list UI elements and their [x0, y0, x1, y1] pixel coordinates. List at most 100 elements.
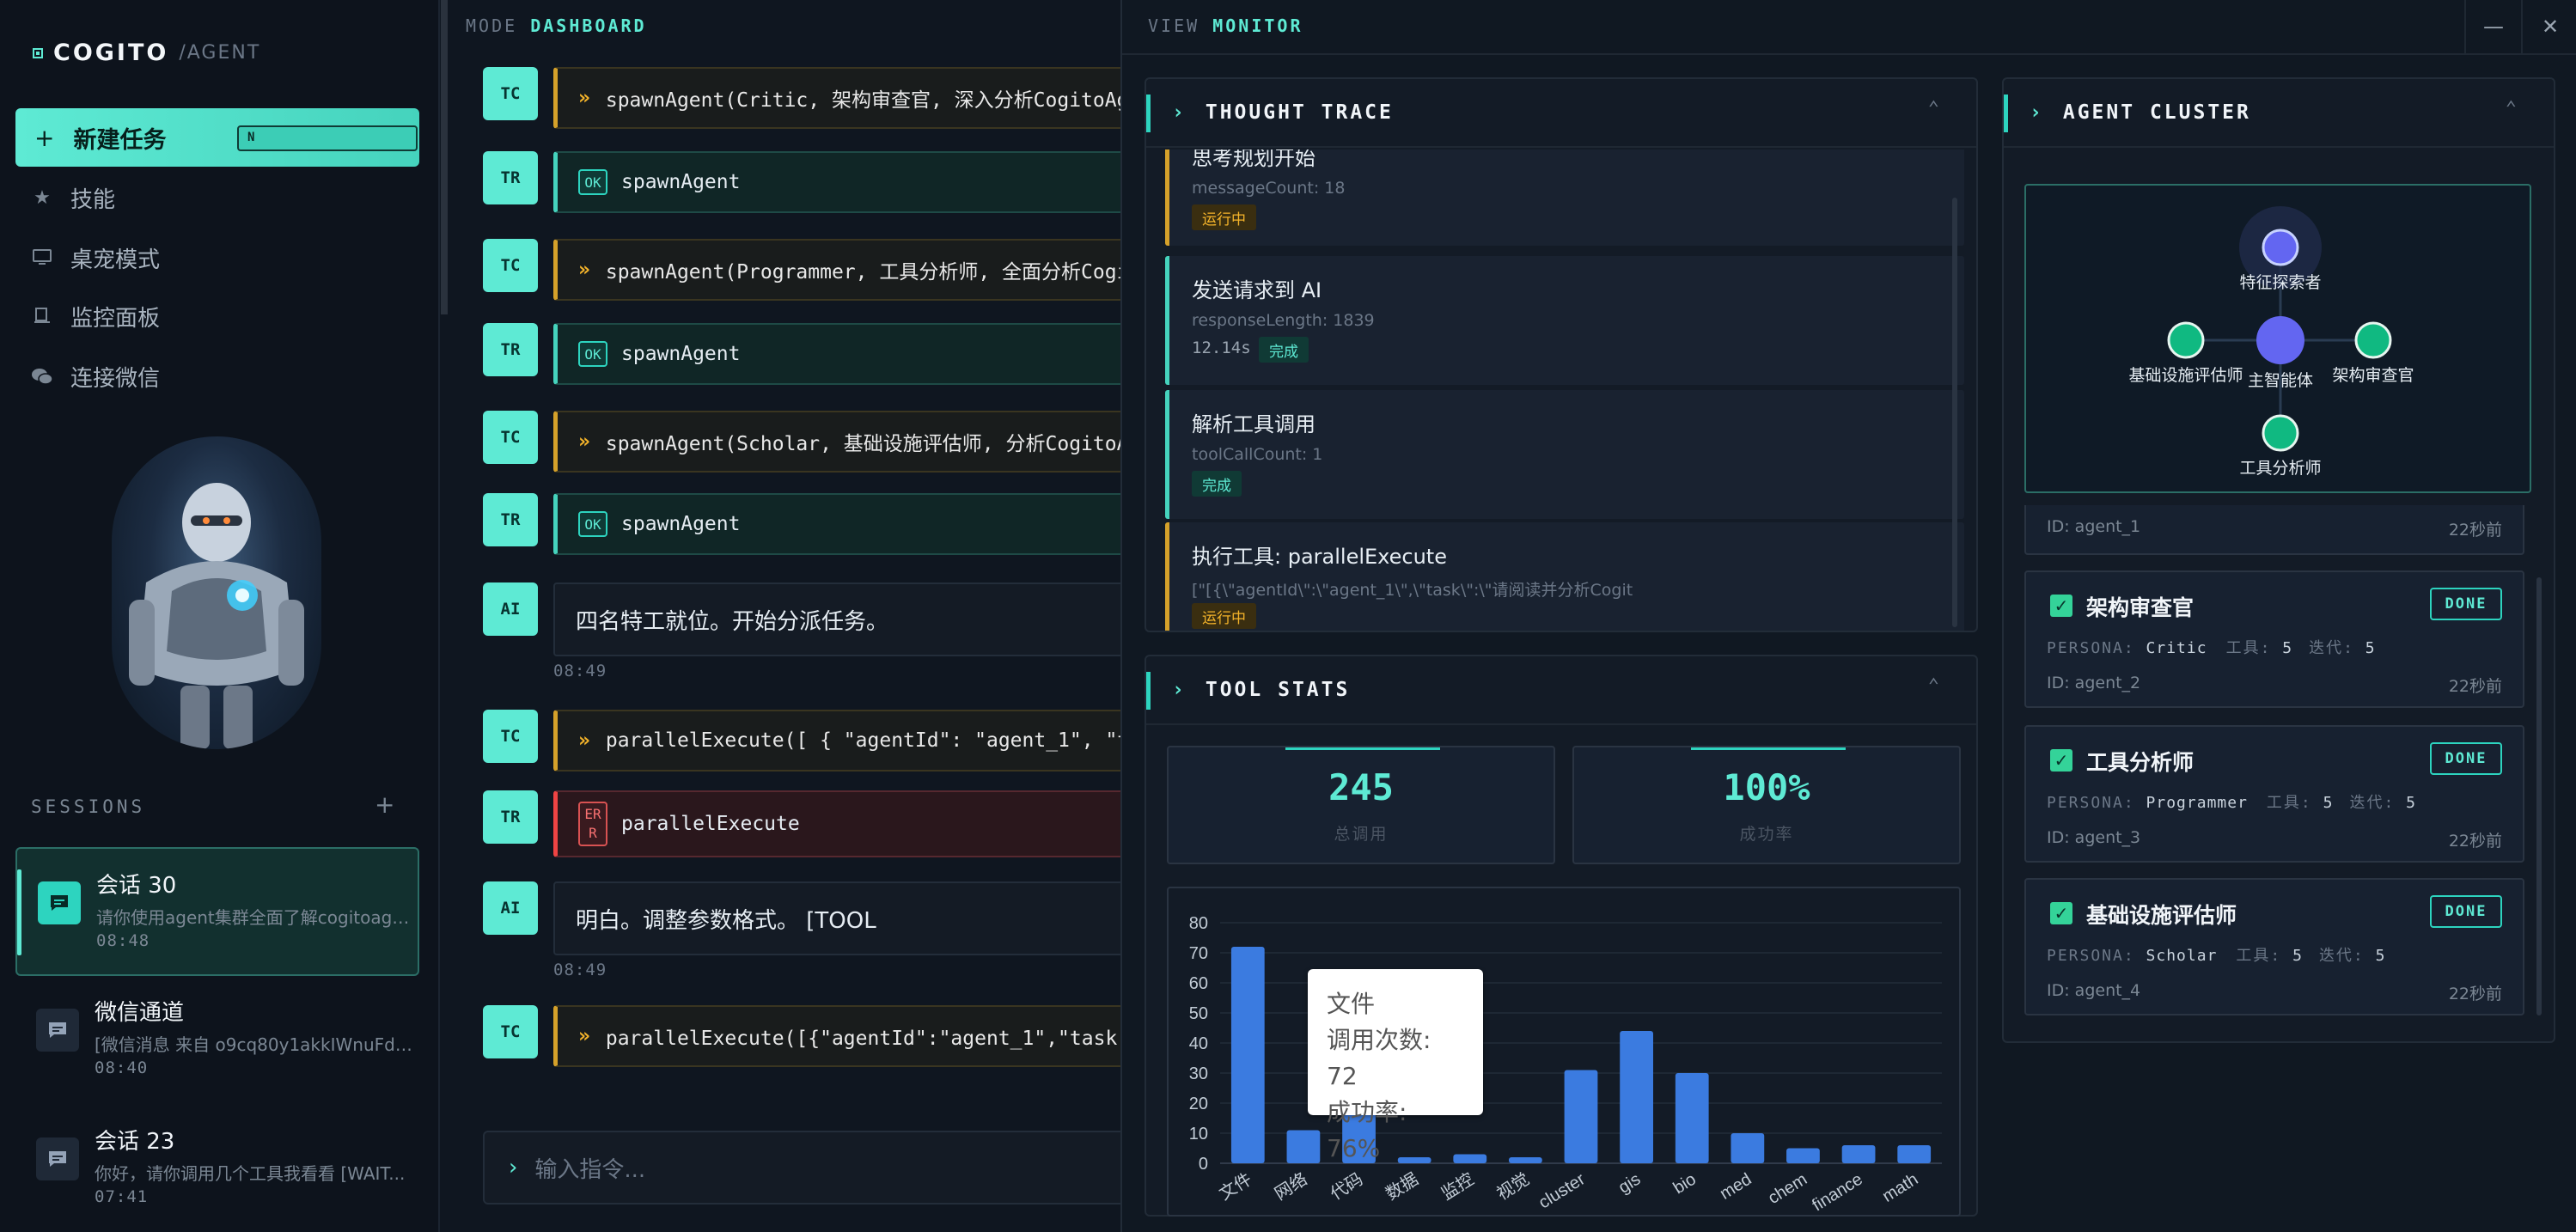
- new-task-button[interactable]: + 新建任务 N: [15, 108, 419, 167]
- tool-result-bubble[interactable]: ER R parallelExecute: [553, 790, 1138, 857]
- session-time: 08:48: [96, 931, 150, 950]
- panel-header[interactable]: › THOUGHT TRACE ⌃: [1146, 79, 1976, 148]
- status-badge: OK: [578, 341, 607, 367]
- minimize-button[interactable]: —: [2464, 0, 2521, 53]
- success-rate-card: 100% 成功率: [1572, 746, 1961, 864]
- x-tick-label: med: [1717, 1170, 1755, 1204]
- node-main-agent[interactable]: [2256, 316, 2304, 364]
- view-label: VIEW: [1148, 15, 1200, 36]
- role-badge: TC: [483, 67, 538, 120]
- status-pill: 完成: [1259, 337, 1309, 363]
- panel-header[interactable]: › AGENT CLUSTER ⌃: [2004, 79, 2554, 148]
- node-infra-assessor[interactable]: [2167, 321, 2205, 359]
- node-label: 主智能体: [2247, 371, 2313, 390]
- chevron-icon: »: [578, 1025, 590, 1047]
- accent-line: [1285, 747, 1440, 750]
- agent-card[interactable]: ✓ 工具分析师 DONE PERSONA: Programmer 工具: 5 迭代:…: [2024, 725, 2524, 863]
- collapse-icon[interactable]: ⌃: [2506, 98, 2519, 119]
- wechat-icon: [31, 365, 53, 387]
- command-input[interactable]: › 输入指令...: [483, 1131, 1153, 1205]
- role-badge: AI: [483, 881, 538, 935]
- nav-label: 监控面板: [70, 305, 161, 332]
- bar-视觉[interactable]: [1509, 1157, 1542, 1163]
- add-session-button[interactable]: +: [375, 790, 394, 819]
- bar-finance[interactable]: [1841, 1145, 1876, 1163]
- x-tick-label: 代码: [1327, 1169, 1366, 1205]
- iterations-label: 迭代:: [2309, 639, 2354, 657]
- bar-bio[interactable]: [1675, 1073, 1709, 1163]
- bar-cluster[interactable]: [1564, 1070, 1598, 1164]
- session-item[interactable]: 会话 30 请你使用agent集群全面了解cogitoage... 08:48: [15, 847, 419, 976]
- agent-card[interactable]: ✓ 架构审查官 DONE PERSONA: Critic 工具: 5 迭代: 5 I…: [2024, 570, 2524, 708]
- logo-icon: [33, 47, 43, 58]
- tooltip-calls: 调用次数: 72: [1327, 1026, 1431, 1090]
- panel-header[interactable]: › TOOL STATS ⌃: [1146, 656, 1976, 725]
- scrollbar[interactable]: [1952, 198, 1957, 627]
- tool-result-bubble[interactable]: OK spawnAgent: [553, 493, 1138, 555]
- iterations-label: 迭代:: [2349, 794, 2396, 812]
- role-badge: AI: [483, 582, 538, 636]
- tool-result-bubble[interactable]: OK spawnAgent: [553, 323, 1138, 385]
- persona-label: PERSONA:: [2047, 639, 2135, 657]
- ai-bubble[interactable]: 四名特工就位。开始分派任务。: [553, 582, 1138, 656]
- tool-result-bubble[interactable]: OK spawnAgent: [553, 151, 1138, 213]
- trace-detail: ["[{\"agentId\":\"agent_1\",\"task\":\"请…: [1192, 581, 1633, 600]
- nav-item-pet-mode[interactable]: 桌宠模式: [31, 241, 160, 275]
- node-architecture-reviewer[interactable]: [2354, 321, 2392, 359]
- x-tick-label: 视觉: [1493, 1169, 1533, 1205]
- collapse-icon[interactable]: ⌃: [1928, 98, 1942, 119]
- brand-suffix: /AGENT: [179, 42, 261, 64]
- tool-call-bubble[interactable]: » spawnAgent(Programmer, 工具分析师, 全面分析Cogit…: [553, 239, 1138, 301]
- tools-label: 工具:: [2225, 639, 2272, 657]
- y-tick-label: 0: [1199, 1155, 1208, 1174]
- agent-time-ago: 22秒前: [2448, 521, 2502, 540]
- session-item[interactable]: 会话 23 你好，请你调用几个工具我看看 [WAIT... 07:41: [15, 1105, 419, 1232]
- agent-time-ago: 22秒前: [2448, 677, 2502, 696]
- session-item[interactable]: 微信通道 [微信消息 来自 o9cq80y1akkIWnuFdN... 08:4…: [15, 976, 419, 1105]
- session-time: 07:41: [95, 1187, 149, 1206]
- agent-time-ago: 22秒前: [2448, 832, 2502, 851]
- bar-med[interactable]: [1731, 1133, 1765, 1163]
- trace-item: 思考规划开始 messageCount: 18 运行中: [1165, 149, 1964, 246]
- collapse-icon[interactable]: ⌃: [1928, 675, 1942, 697]
- bar-gis[interactable]: [1620, 1031, 1653, 1163]
- chat-panel: MODE DASHBOARD TC » spawnAgent(Critic, 架构…: [440, 0, 1153, 1232]
- star-icon: ★: [34, 186, 51, 209]
- mode-value: DASHBOARD: [530, 15, 647, 36]
- bar-文件[interactable]: [1230, 947, 1265, 1163]
- node-tool-analyst[interactable]: [2262, 414, 2299, 452]
- trace-detail: messageCount: 18: [1192, 179, 1346, 198]
- iterations-count: 5: [2406, 794, 2417, 812]
- tools-count: 5: [2282, 639, 2294, 657]
- desktop-pet-avatar[interactable]: [112, 436, 321, 749]
- ai-bubble[interactable]: 明白。调整参数格式。 [TOOL: [553, 881, 1138, 955]
- iterations-label: 迭代:: [2318, 947, 2365, 965]
- bar-chem[interactable]: [1786, 1148, 1820, 1164]
- trace-duration: 12.14s: [1192, 338, 1251, 357]
- close-button[interactable]: ✕: [2521, 0, 2576, 53]
- check-icon: ✓: [2050, 595, 2072, 617]
- agent-name: 基础设施评估师: [2086, 903, 2237, 928]
- bar-网络[interactable]: [1286, 1130, 1321, 1164]
- tool-call-bubble[interactable]: » spawnAgent(Scholar, 基础设施评估师, 分析CogitoAg…: [553, 411, 1138, 473]
- tool-result-text: parallelExecute: [621, 813, 800, 835]
- nav-item-wechat[interactable]: 连接微信: [31, 359, 160, 393]
- trace-item: 执行工具: parallelExecute ["[{\"agentId\":\"…: [1165, 522, 1964, 631]
- node-feature-explorer[interactable]: [2262, 229, 2299, 266]
- error-badge: ER R: [578, 802, 607, 846]
- tool-call-bubble[interactable]: » spawnAgent(Critic, 架构审查官, 深入分析CogitoAge…: [553, 67, 1138, 129]
- tool-call-bubble[interactable]: » parallelExecute([ { "agentId": "agent_1…: [553, 710, 1138, 772]
- chevron-icon: »: [578, 87, 590, 109]
- nav-item-skills[interactable]: ★ 技能: [31, 180, 115, 215]
- tools-label: 工具:: [2236, 947, 2282, 965]
- bar-math[interactable]: [1897, 1145, 1932, 1163]
- role-badge: TR: [483, 323, 538, 376]
- resize-handle[interactable]: [441, 0, 448, 314]
- nav-item-dashboard[interactable]: 监控面板: [31, 299, 160, 333]
- tool-call-bubble[interactable]: » parallelExecute([{"agentId":"agent_1","…: [553, 1005, 1138, 1067]
- agent-card[interactable]: ✓ 基础设施评估师 DONE PERSONA: Scholar 工具: 5 迭代: …: [2024, 878, 2524, 1015]
- input-placeholder: 输入指令...: [534, 1156, 646, 1183]
- role-badge: TC: [483, 710, 538, 763]
- scrollbar[interactable]: [2536, 577, 2542, 1015]
- success-rate-label: 成功率: [1739, 825, 1794, 844]
